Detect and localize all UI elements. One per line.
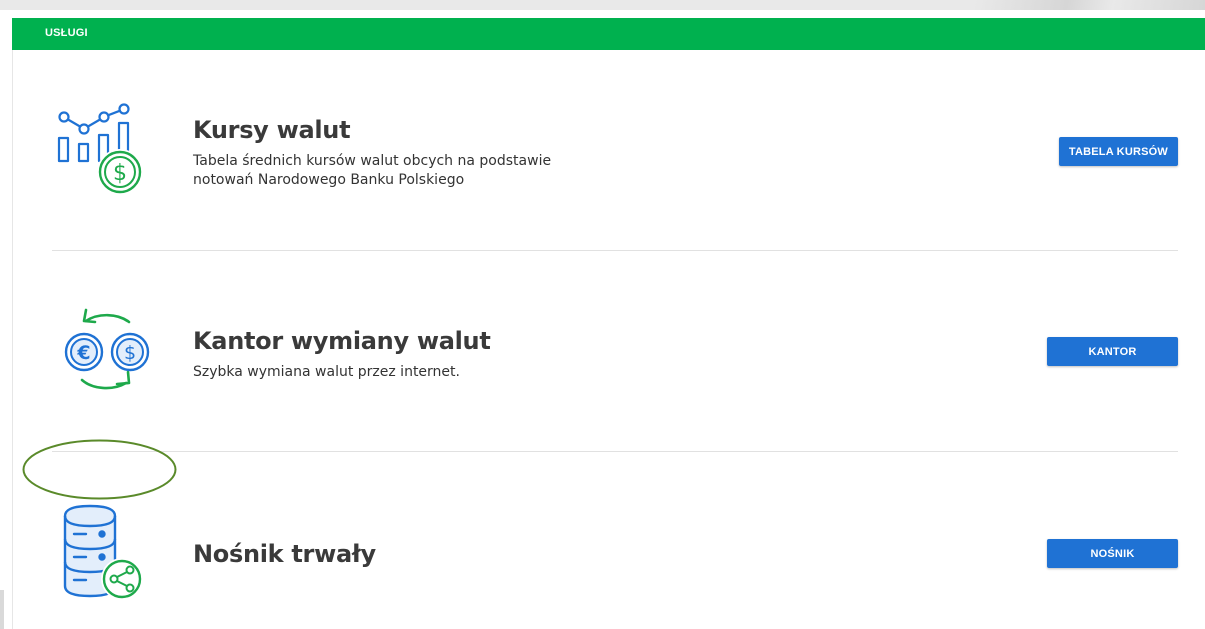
svg-text:$: $ — [113, 161, 127, 186]
service-description: Szybka wymiana walut przez internet. — [193, 363, 460, 382]
top-strip — [0, 0, 1205, 10]
highlight-ellipse — [22, 439, 177, 500]
service-description-line: Szybka wymiana walut przez internet. — [193, 364, 460, 380]
currency-exchange-icon: € $ — [64, 308, 150, 390]
service-title: Nośnik trwały — [193, 540, 376, 568]
section-header: USŁUGI — [12, 18, 1205, 50]
section-title: USŁUGI — [45, 27, 88, 39]
database-share-icon — [63, 504, 143, 600]
service-title: Kursy walut — [193, 116, 351, 144]
tabela-kursow-button[interactable]: TABELA KURSÓW — [1058, 137, 1178, 166]
svg-text:€: € — [76, 342, 90, 364]
nosnik-button[interactable]: NOŚNIK — [1047, 539, 1178, 568]
service-description: Tabela średnich kursów walut obcych na p… — [193, 152, 551, 190]
panel-left-border — [12, 50, 13, 629]
top-strip-shade — [975, 0, 1205, 10]
left-edge-mark — [0, 590, 4, 629]
kantor-button[interactable]: KANTOR — [1047, 337, 1178, 366]
service-title: Kantor wymiany walut — [193, 327, 491, 355]
service-description-line: notowań Narodowego Banku Polskiego — [193, 172, 465, 188]
svg-text:$: $ — [124, 342, 136, 364]
chart-dollar-icon: $ — [57, 103, 143, 195]
row-divider — [52, 250, 1178, 251]
service-description-line: Tabela średnich kursów walut obcych na p… — [193, 153, 552, 169]
row-divider — [52, 451, 1178, 452]
